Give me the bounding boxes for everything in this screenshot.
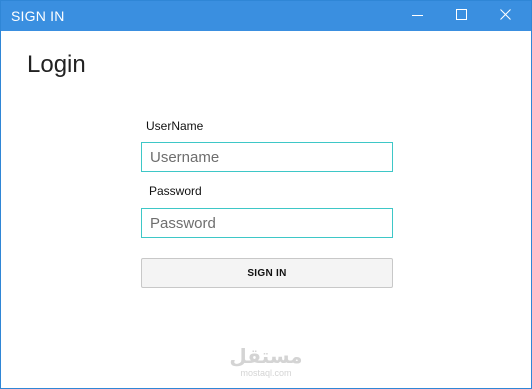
minimize-button[interactable] bbox=[397, 1, 441, 31]
window-title: SIGN IN bbox=[11, 8, 65, 24]
username-input[interactable] bbox=[141, 142, 393, 172]
minimize-icon bbox=[412, 15, 423, 16]
page-title: Login bbox=[27, 51, 86, 78]
close-button[interactable] bbox=[485, 1, 529, 31]
maximize-button[interactable] bbox=[441, 1, 485, 31]
close-icon bbox=[500, 9, 511, 20]
password-input[interactable] bbox=[141, 208, 393, 238]
username-label: UserName bbox=[146, 119, 204, 133]
login-window: SIGN IN Login UserName Password SIGN IN … bbox=[0, 0, 532, 389]
watermark: مستقل mostaql.com bbox=[223, 346, 309, 378]
title-bar[interactable]: SIGN IN bbox=[1, 1, 531, 31]
sign-in-button[interactable]: SIGN IN bbox=[141, 258, 393, 288]
maximize-icon bbox=[456, 9, 467, 20]
watermark-url: mostaql.com bbox=[240, 368, 292, 378]
watermark-logo-text: مستقل bbox=[229, 346, 303, 368]
password-label: Password bbox=[149, 184, 202, 198]
